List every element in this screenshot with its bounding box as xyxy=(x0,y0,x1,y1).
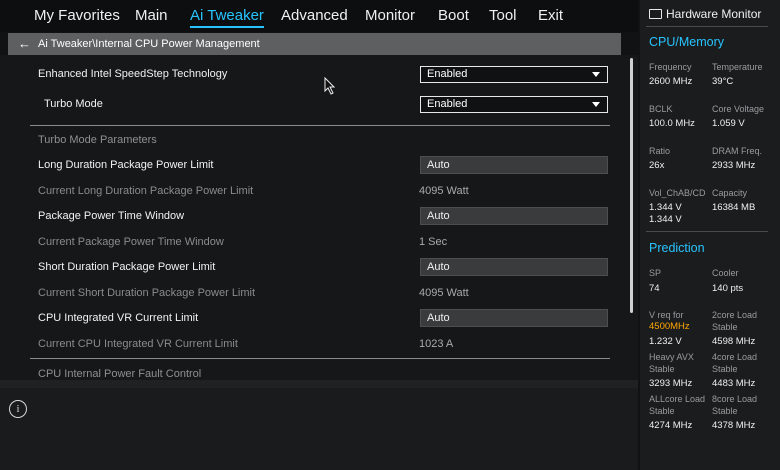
menu-exit[interactable]: Exit xyxy=(538,7,563,24)
allcore-label: ALLcore Load xyxy=(649,394,706,404)
cooler-value: 140 pts xyxy=(712,283,744,294)
monitor-icon xyxy=(649,9,662,19)
vr-limit-input[interactable]: Auto xyxy=(420,309,608,327)
bclk-label: BCLK xyxy=(649,104,673,114)
chevron-down-icon xyxy=(592,102,600,107)
speedstep-value: Enabled xyxy=(427,68,468,80)
prediction-heading: Prediction xyxy=(649,241,705,255)
eight-core-stable: Stable xyxy=(712,406,738,416)
current-short-label: Current Short Duration Package Power Lim… xyxy=(38,287,256,299)
bclk-value: 100.0 MHz xyxy=(649,118,695,129)
dram-freq-value: 2933 MHz xyxy=(712,160,756,171)
capacity-label: Capacity xyxy=(712,188,748,198)
vol-chab-label: Vol_ChAB/CD xyxy=(649,188,706,198)
four-core-stable: Stable xyxy=(712,364,738,374)
ratio-value: 26x xyxy=(649,160,665,171)
core-voltage-label: Core Voltage xyxy=(712,104,765,114)
eight-core-label: 8core Load xyxy=(712,394,758,404)
menu-advanced[interactable]: Advanced xyxy=(281,7,348,24)
menu-ai-tweaker[interactable]: Ai Tweaker xyxy=(190,7,264,28)
turbo-mode-value: Enabled xyxy=(427,98,468,110)
core-voltage-value: 1.059 V xyxy=(712,118,745,129)
chevron-down-icon xyxy=(592,72,600,77)
fault-section-heading: CPU Internal Power Fault Control xyxy=(38,368,202,380)
heavy-avx-stable: Stable xyxy=(649,364,675,374)
breadcrumb-path: Ai Tweaker\Internal CPU Power Management xyxy=(38,38,260,50)
turbo-mode-label: Turbo Mode xyxy=(44,98,103,110)
long-limit-label: Long Duration Package Power Limit xyxy=(38,159,214,171)
top-menu-bar: My Favorites Main Ai Tweaker Advanced Mo… xyxy=(0,0,638,32)
menu-my-favorites[interactable]: My Favorites xyxy=(34,7,120,24)
current-time-window-label: Current Package Power Time Window xyxy=(38,236,224,248)
menu-main[interactable]: Main xyxy=(135,7,168,24)
help-area xyxy=(0,380,638,470)
vreq-value: 1.232 V xyxy=(649,336,682,347)
allcore-stable: Stable xyxy=(649,406,675,416)
two-core-stable: Stable xyxy=(712,322,738,332)
frequency-label: Frequency xyxy=(649,62,692,72)
capacity-value: 16384 MB xyxy=(712,202,756,213)
turbo-mode-dropdown[interactable]: Enabled xyxy=(420,96,608,113)
current-short-value: 4095 Watt xyxy=(419,287,469,299)
help-description-box xyxy=(0,388,638,470)
current-long-value: 4095 Watt xyxy=(419,185,469,197)
ratio-label: Ratio xyxy=(649,146,671,156)
speedstep-label: Enhanced Intel SpeedStep Technology xyxy=(38,68,228,80)
sp-label: SP xyxy=(649,268,662,278)
current-long-label: Current Long Duration Package Power Limi… xyxy=(38,185,254,197)
temperature-value: 39°C xyxy=(712,76,734,87)
menu-tool[interactable]: Tool xyxy=(489,7,517,24)
vreq-freq: 4500MHz xyxy=(649,321,690,332)
heavy-avx-value: 3293 MHz xyxy=(649,378,693,389)
vreq-label: V req for xyxy=(649,310,684,320)
section-divider xyxy=(30,125,610,126)
short-limit-input[interactable]: Auto xyxy=(420,258,608,276)
current-vr-label: Current CPU Integrated VR Current Limit xyxy=(38,338,238,350)
current-time-window-value: 1 Sec xyxy=(419,236,448,248)
scrollbar-thumb[interactable] xyxy=(630,58,633,313)
vr-limit-label: CPU Integrated VR Current Limit xyxy=(38,312,199,324)
two-core-label: 2core Load xyxy=(712,310,758,320)
hardware-monitor-title: Hardware Monitor xyxy=(666,7,762,21)
dram-freq-label: DRAM Freq. xyxy=(712,146,763,156)
vol-chab-value-1: 1.344 V xyxy=(649,202,682,213)
current-vr-value: 1023 A xyxy=(419,338,454,350)
long-limit-value: Auto xyxy=(427,159,450,171)
four-core-label: 4core Load xyxy=(712,352,758,362)
speedstep-dropdown[interactable]: Enabled xyxy=(420,66,608,83)
turbo-section-heading: Turbo Mode Parameters xyxy=(38,134,157,146)
menu-boot[interactable]: Boot xyxy=(438,7,469,24)
short-limit-value: Auto xyxy=(427,261,450,273)
eight-core-value: 4378 MHz xyxy=(712,420,756,431)
short-limit-label: Short Duration Package Power Limit xyxy=(38,261,216,273)
cooler-label: Cooler xyxy=(712,268,739,278)
time-window-label: Package Power Time Window xyxy=(38,210,185,222)
allcore-value: 4274 MHz xyxy=(649,420,693,431)
cpu-memory-heading: CPU/Memory xyxy=(649,35,725,49)
time-window-input[interactable]: Auto xyxy=(420,207,608,225)
two-core-value: 4598 MHz xyxy=(712,336,756,347)
four-core-value: 4483 MHz xyxy=(712,378,756,389)
hw-divider xyxy=(646,26,768,27)
left-arrow-icon[interactable]: ← xyxy=(18,36,31,51)
heavy-avx-label: Heavy AVX xyxy=(649,352,694,362)
breadcrumb: ← Ai Tweaker\Internal CPU Power Manageme… xyxy=(8,33,621,55)
time-window-value: Auto xyxy=(427,210,450,222)
hw-divider xyxy=(646,231,768,232)
vol-chab-value-2: 1.344 V xyxy=(649,214,682,225)
vr-limit-value: Auto xyxy=(427,312,450,324)
frequency-value: 2600 MHz xyxy=(649,76,693,87)
long-limit-input[interactable]: Auto xyxy=(420,156,608,174)
info-icon[interactable]: i xyxy=(9,400,27,418)
section-divider xyxy=(30,358,610,359)
sp-value: 74 xyxy=(649,283,660,294)
menu-monitor[interactable]: Monitor xyxy=(365,7,415,24)
temperature-label: Temperature xyxy=(712,62,763,72)
mouse-pointer-icon xyxy=(324,77,336,95)
